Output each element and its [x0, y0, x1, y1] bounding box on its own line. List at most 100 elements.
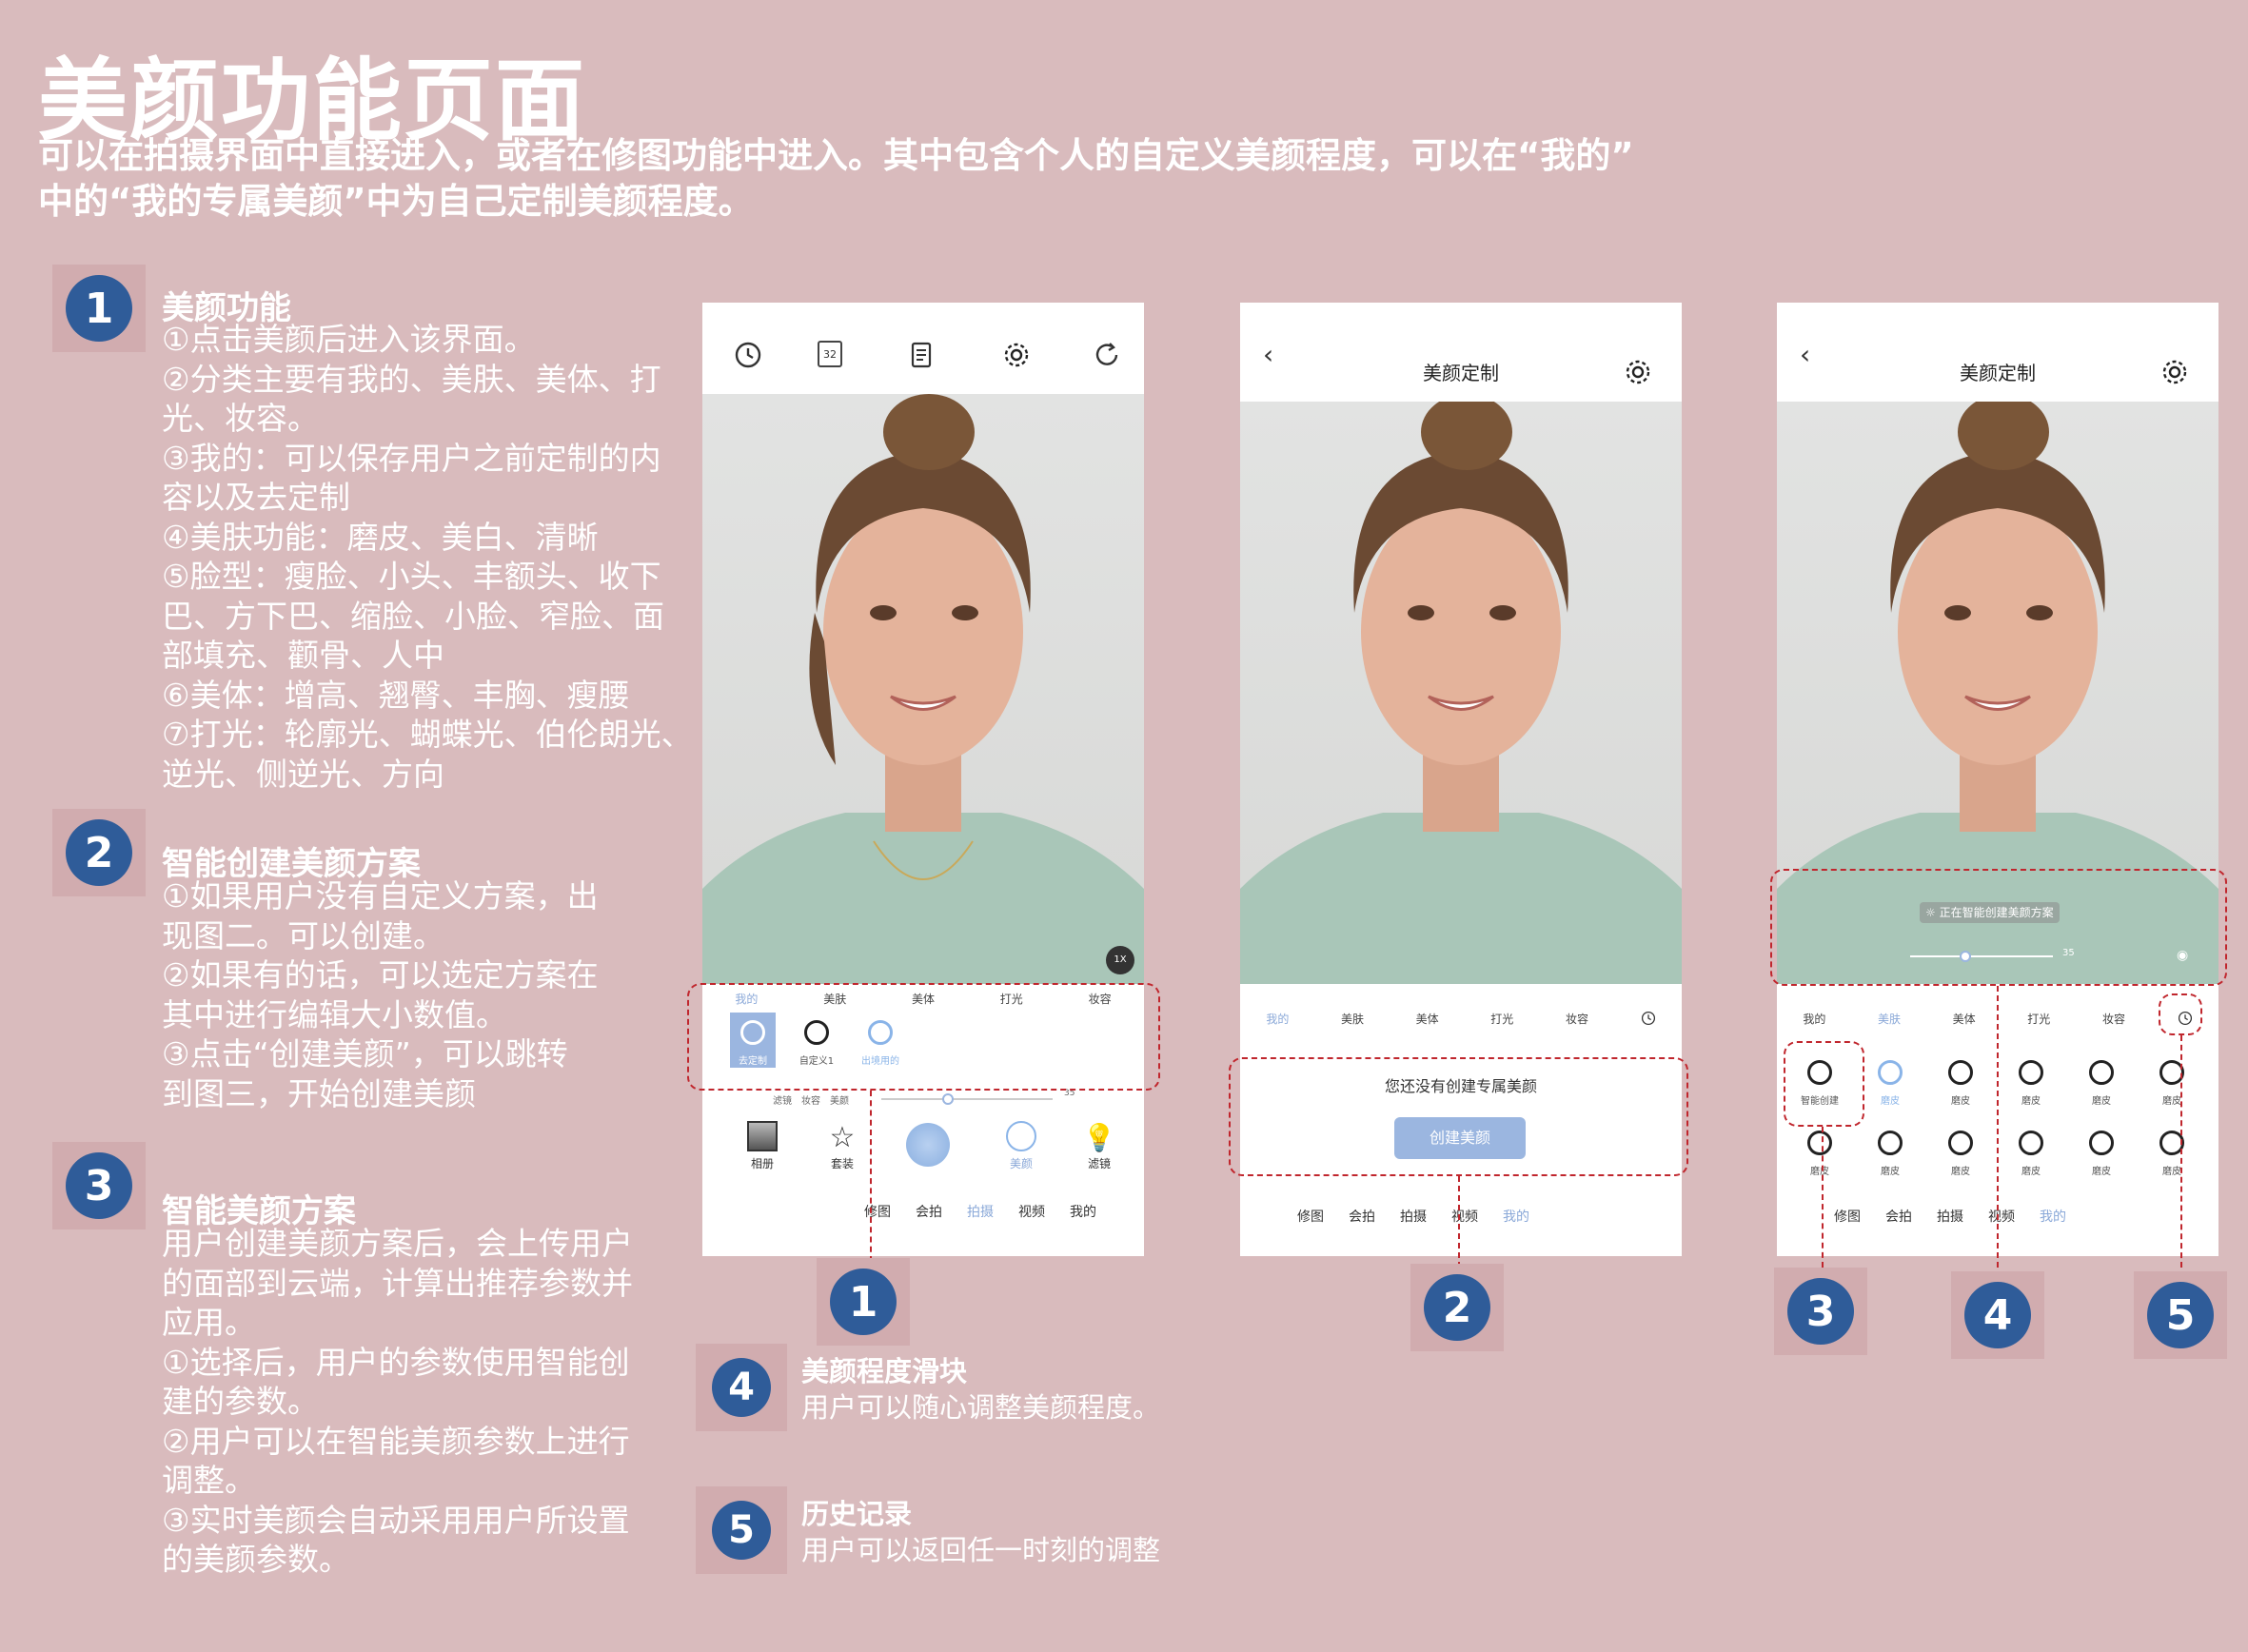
section-2-number: 2	[66, 819, 132, 886]
settings-gear-icon[interactable]	[2160, 358, 2189, 386]
bottom-nav: 修图 会拍 拍摄 视频 我的	[759, 1202, 1144, 1221]
nav-shoot[interactable]: 拍摄	[1937, 1207, 1963, 1226]
text-line: ③我的：可以保存用户之前定制的内	[162, 439, 661, 477]
tab-skin[interactable]: 美肤	[1878, 1011, 1901, 1027]
option-smooth[interactable]: 磨皮	[1998, 1060, 2064, 1107]
option-smooth[interactable]: 磨皮	[1998, 1131, 2064, 1177]
rotate-camera-icon[interactable]	[1093, 341, 1121, 369]
text-line: 光、妆容。	[162, 400, 319, 437]
nav-mine[interactable]: 我的	[2040, 1207, 2066, 1226]
option-smooth[interactable]: 磨皮	[2139, 1060, 2205, 1107]
portrait-photo: 1X	[702, 394, 1144, 984]
section-1-number: 1	[66, 275, 132, 342]
text-line: 部填充、颧骨、人中	[162, 637, 444, 674]
nav-huipai[interactable]: 会拍	[1885, 1207, 1912, 1226]
ring-icon	[1807, 1131, 1832, 1155]
tool-label: 美颜	[1009, 1157, 1033, 1170]
section-3-number: 3	[66, 1152, 132, 1219]
text-line: 其中进行编辑大小数值。	[162, 995, 507, 1033]
ring-icon	[1948, 1131, 1973, 1155]
option-label: 磨皮	[2162, 1167, 2181, 1177]
tab-light[interactable]: 打光	[2027, 1011, 2050, 1027]
option-label: 磨皮	[2092, 1096, 2111, 1107]
slider-label[interactable]: 妆容	[801, 1092, 820, 1107]
nav-video[interactable]: 视频	[1018, 1202, 1045, 1221]
text-line: 到图三，开始创建美颜	[162, 1074, 476, 1112]
suite-button[interactable]: ☆ 套装	[818, 1121, 866, 1171]
slider-label[interactable]: 滤镜	[773, 1092, 792, 1107]
option-label: 磨皮	[1881, 1167, 1900, 1177]
legend-4-body: 用户可以随心调整美颜程度。	[801, 1391, 1161, 1424]
option-label: 磨皮	[2021, 1096, 2041, 1107]
legend-5-number-box: 5	[696, 1486, 787, 1574]
nav-video[interactable]: 视频	[1451, 1207, 1478, 1226]
tab-mine[interactable]: 我的	[1803, 1011, 1825, 1027]
ring-icon	[1948, 1060, 1973, 1085]
option-smooth[interactable]: 磨皮	[1927, 1060, 1994, 1107]
history-clock-icon[interactable]	[1641, 1011, 1656, 1026]
text-line: 容以及去定制	[162, 479, 350, 516]
nav-shoot[interactable]: 拍摄	[1400, 1207, 1427, 1226]
text-line: ②如果有的话，可以选定方案在	[162, 956, 599, 993]
nav-huipai[interactable]: 会拍	[1349, 1207, 1375, 1226]
nav-video[interactable]: 视频	[1988, 1207, 2015, 1226]
tab-skin[interactable]: 美肤	[1341, 1011, 1364, 1027]
settings-gear-icon[interactable]	[1002, 341, 1031, 369]
text-line: 现图二。可以创建。	[162, 916, 444, 954]
subtitle-line: 中的“我的专属美颜”中为自己定制美颜程度。	[38, 181, 754, 222]
option-smooth[interactable]: 磨皮	[2068, 1131, 2135, 1177]
callout-number: 2	[1424, 1274, 1490, 1341]
camera-toolbar: 32	[702, 303, 1144, 394]
screen-title: 美颜定制	[1960, 362, 2036, 384]
option-smooth[interactable]: 磨皮	[1857, 1131, 1923, 1177]
callout-5: 5	[2134, 1271, 2227, 1359]
text-line: 应用。	[162, 1304, 256, 1341]
nav-edit[interactable]: 修图	[1297, 1207, 1324, 1226]
album-thumbnail	[747, 1121, 778, 1151]
tab-makeup[interactable]: 妆容	[2102, 1011, 2125, 1027]
settings-gear-icon[interactable]	[1624, 358, 1652, 386]
connector-line-5	[2180, 1035, 2182, 1268]
slider-label[interactable]: 美颜	[830, 1092, 849, 1107]
tab-body[interactable]: 美体	[1953, 1011, 1976, 1027]
nav-edit[interactable]: 修图	[864, 1202, 891, 1221]
option-smooth[interactable]: 磨皮	[1786, 1131, 1853, 1177]
text-line: ②分类主要有我的、美肤、美体、打	[162, 360, 661, 398]
option-smooth[interactable]: 磨皮	[1857, 1060, 1923, 1107]
beauty-slider-thumb[interactable]	[942, 1093, 954, 1105]
zoom-badge[interactable]: 1X	[1106, 946, 1134, 974]
tool-label: 套装	[830, 1157, 854, 1170]
nav-shoot[interactable]: 拍摄	[967, 1202, 994, 1221]
nav-mine[interactable]: 我的	[1070, 1202, 1096, 1221]
tab-body[interactable]: 美体	[1416, 1011, 1439, 1027]
beauty-button[interactable]: 美颜	[997, 1121, 1045, 1171]
callout-1: 1	[817, 1258, 910, 1346]
option-smooth[interactable]: 磨皮	[1927, 1131, 1994, 1177]
option-label: 磨皮	[1951, 1167, 1970, 1177]
tab-mine[interactable]: 我的	[1266, 1011, 1289, 1027]
beauty-slider-track[interactable]	[881, 1093, 1053, 1105]
album-button[interactable]: 相册	[739, 1121, 786, 1171]
beauty-icon	[1006, 1121, 1036, 1151]
text-line: 调整。	[162, 1462, 256, 1499]
page-subtitle: 可以在拍摄界面中直接进入，或者在修图功能中进入。其中包含个人的自定义美颜程度，可…	[38, 133, 1827, 225]
connector-line-1	[870, 1091, 872, 1262]
shutter-button[interactable]	[906, 1123, 950, 1167]
option-label: 磨皮	[2021, 1167, 2041, 1177]
lightbulb-icon: 💡	[1082, 1122, 1116, 1153]
nav-huipai[interactable]: 会拍	[916, 1202, 942, 1221]
tab-makeup[interactable]: 妆容	[1566, 1011, 1588, 1027]
nav-edit[interactable]: 修图	[1834, 1207, 1861, 1226]
timer-icon[interactable]	[734, 341, 762, 369]
option-smooth[interactable]: 磨皮	[2139, 1131, 2205, 1177]
aspect-ratio-icon[interactable]: 32	[818, 341, 842, 367]
ring-icon	[2019, 1131, 2043, 1155]
tab-light[interactable]: 打光	[1490, 1011, 1513, 1027]
filter-button[interactable]: 💡 滤镜	[1075, 1121, 1123, 1171]
option-smooth[interactable]: 磨皮	[2068, 1060, 2135, 1107]
document-icon[interactable]	[907, 341, 936, 369]
nav-header: ‹ 美颜定制	[1240, 303, 1682, 394]
highlight-box-4	[1770, 869, 2227, 986]
nav-mine[interactable]: 我的	[1503, 1207, 1529, 1226]
legend-4-number-box: 4	[696, 1344, 787, 1431]
